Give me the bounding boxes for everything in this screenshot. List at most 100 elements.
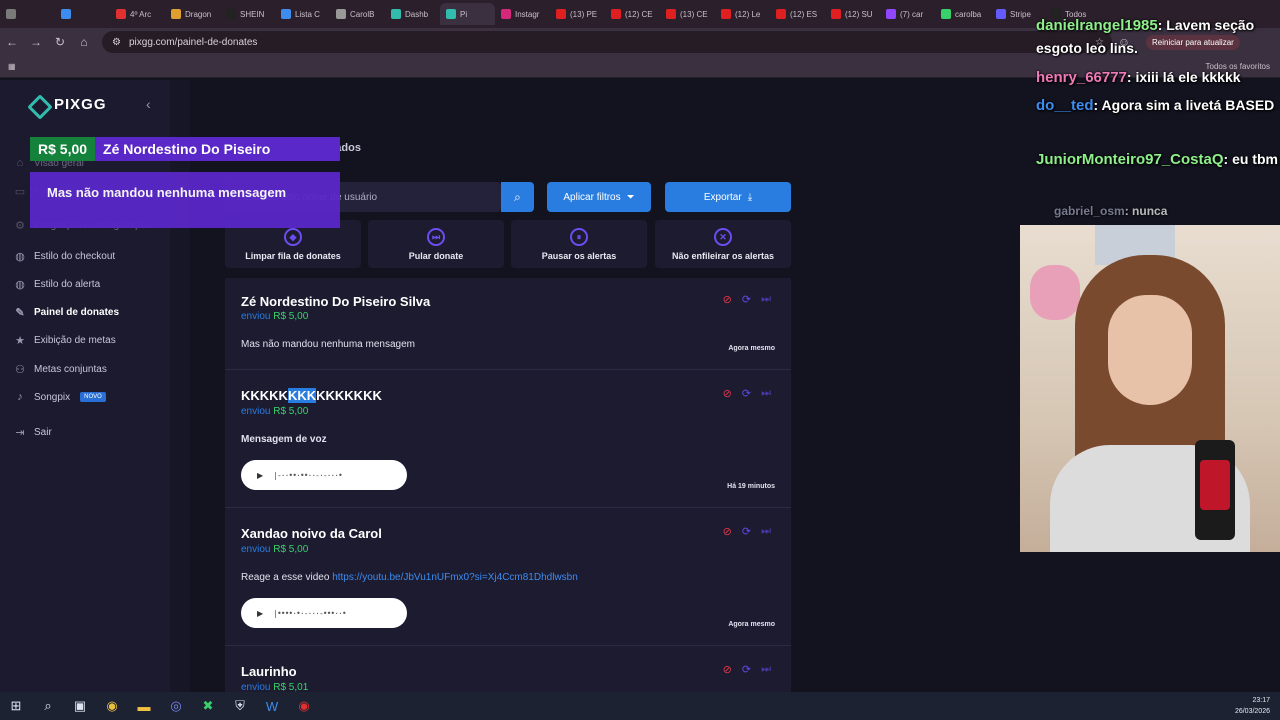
home-icon: ⌂ [16, 157, 24, 169]
sidebar-item-label: Painel de donates [34, 307, 120, 318]
browser-tab[interactable]: (12) ES [770, 3, 825, 25]
obs-icon[interactable]: ◉ [288, 698, 320, 714]
sidebar-item[interactable]: ◍ Estilo do alerta [14, 278, 100, 291]
donate-message: Mensagem de voz [241, 434, 327, 445]
action-button[interactable]: ⏸ Pausar os alertas [511, 220, 647, 268]
search-button[interactable]: ⌕ [501, 182, 534, 212]
tab-title: SHEIN [240, 9, 265, 19]
browser-tab[interactable]: SHEIN [220, 3, 275, 25]
new-badge: NOVO [80, 392, 106, 402]
donates-feed: Zé Nordestino Do Piseiro Silva enviou R$… [225, 278, 791, 692]
donate-sent: enviou R$ 5,00 [241, 311, 308, 322]
block-icon[interactable]: ⊘ [723, 525, 732, 538]
search-taskbar-icon[interactable]: ⌕ [32, 698, 64, 714]
windows-start-icon[interactable]: ⊞ [0, 698, 32, 714]
forward-icon[interactable]: → [24, 35, 48, 49]
sidebar-item[interactable]: ★ Exibição de metas [14, 334, 116, 347]
replay-icon[interactable]: ⟳ [742, 387, 751, 400]
tab-favicon-icon [226, 9, 236, 19]
action-button[interactable]: ✕ Não enfileirar os alertas [655, 220, 791, 268]
task-view-icon[interactable]: ▣ [64, 698, 96, 714]
sent-label: enviou [241, 311, 271, 322]
home-nav-icon[interactable]: ⌂ [72, 35, 96, 49]
browser-tab[interactable]: CarolB [330, 3, 385, 25]
browser-tab[interactable] [0, 3, 55, 25]
browser-tab[interactable]: (12) CE [605, 3, 660, 25]
export-button[interactable]: Exportar ⤓ [665, 182, 791, 212]
sidebar-item[interactable]: ◍ Estilo do checkout [14, 250, 115, 263]
play-icon[interactable]: ▶ [257, 471, 263, 480]
video-link[interactable]: https://youtu.be/JbVu1nUFmx0?si=Xj4Ccm81… [332, 572, 578, 583]
skip-icon[interactable]: ⏭ [761, 663, 771, 676]
skip-icon[interactable]: ⏭ [761, 387, 771, 400]
browser-tab[interactable]: (13) PE [550, 3, 605, 25]
tab-favicon-icon [886, 9, 896, 19]
filter-icon: ⏷ [626, 191, 635, 203]
donate-amount: R$ 5,00 [273, 544, 309, 555]
sidebar-item-label: Estilo do checkout [34, 251, 116, 262]
block-icon[interactable]: ⊘ [723, 663, 732, 676]
waveform[interactable]: |-··••·••··-·-···• [273, 471, 343, 480]
apps-grid-icon[interactable]: ▦ [8, 62, 16, 71]
replay-icon[interactable]: ⟳ [742, 525, 751, 538]
browser-tab[interactable]: carolba [935, 3, 990, 25]
url-field[interactable]: ⚙ pixgg.com/painel-de-donates ☆ [102, 31, 1112, 53]
reload-icon[interactable]: ↻ [48, 35, 72, 49]
sidebar-item[interactable]: ⇥ Sair [14, 426, 51, 439]
discord-icon[interactable]: ◎ [160, 698, 192, 714]
tab-title: Instagr [515, 9, 540, 19]
shield-icon[interactable]: ⛨ [224, 698, 256, 714]
xbox-icon[interactable]: ✖ [192, 698, 224, 714]
alert-amount: R$ 5,00 [30, 137, 96, 161]
tab-favicon-icon [776, 9, 786, 19]
word-icon[interactable]: W [256, 699, 288, 714]
action-icon: ✕ [714, 228, 732, 246]
waveform[interactable]: |••••·•·-···-•••··• [273, 609, 347, 618]
block-icon[interactable]: ⊘ [723, 387, 732, 400]
pixgg-logo[interactable]: PIXGG [28, 96, 107, 113]
play-icon[interactable]: ▶ [257, 609, 263, 618]
system-clock[interactable]: 23:17 26/03/2026 [1235, 695, 1270, 717]
chrome-icon[interactable]: ◉ [96, 698, 128, 714]
browser-tab[interactable]: (12) SU [825, 3, 880, 25]
browser-tab[interactable]: (13) CE [660, 3, 715, 25]
browser-tab[interactable]: (7) car [880, 3, 935, 25]
sidebar-item[interactable]: ⚇ Metas conjuntas [14, 363, 107, 376]
browser-tab[interactable]: Lista C [275, 3, 330, 25]
voice-player[interactable]: ▶ |••••·•·-···-•••··• [241, 598, 407, 628]
apply-filters-button[interactable]: Aplicar filtros ⏷ [547, 182, 651, 212]
browser-tab[interactable]: Dragon [165, 3, 220, 25]
donate-card: Zé Nordestino Do Piseiro Silva enviou R$… [225, 278, 791, 370]
replay-icon[interactable]: ⟳ [742, 663, 751, 676]
browser-tab[interactable] [55, 3, 110, 25]
action-button[interactable]: ⏭ Pular donate [368, 220, 504, 268]
browser-tab[interactable]: (12) Le [715, 3, 770, 25]
tab-favicon-icon [61, 9, 71, 19]
voice-player[interactable]: ▶ |-··••·••··-·-···• [241, 460, 407, 490]
back-icon[interactable]: ← [0, 35, 24, 49]
donate-card: Laurinho enviou R$ 5,01 ⊘ ⟳ ⏭ [225, 646, 791, 692]
skip-icon[interactable]: ⏭ [761, 293, 771, 306]
action-label: Limpar fila de donates [245, 251, 341, 261]
browser-tab[interactable]: Instagr [495, 3, 550, 25]
sidebar-item[interactable]: ✎ Painel de donates [14, 306, 119, 319]
chat-username: gabriel_osm [1054, 204, 1125, 218]
skip-icon[interactable]: ⏭ [761, 525, 771, 538]
sidebar-item[interactable]: ♪ Songpix NOVO [14, 391, 106, 403]
donate-card: KKKKKKKKKKKKKKK enviou R$ 5,00 Mensagem … [225, 370, 791, 508]
tab-title: Dragon [185, 9, 212, 19]
action-label: Pular donate [408, 251, 464, 261]
clock-date: 26/03/2026 [1234, 708, 1270, 715]
chat-text: : Agora sim a livetá BASED [1093, 97, 1275, 113]
site-info-icon[interactable]: ⚙ [112, 37, 121, 48]
collapse-sidebar-icon[interactable]: ‹ [146, 96, 151, 112]
browser-tab[interactable]: Pi [440, 3, 495, 25]
replay-icon[interactable]: ⟳ [742, 293, 751, 306]
browser-tab[interactable]: Dashb [385, 3, 440, 25]
browser-tab[interactable]: 4º Arc [110, 3, 165, 25]
file-explorer-icon[interactable]: ▬ [128, 699, 160, 714]
block-icon[interactable]: ⊘ [723, 293, 732, 306]
pix-logo-icon [28, 98, 48, 112]
donate-icon: ✎ [15, 307, 25, 319]
chat-message: henry_66777: ixiii lá ele kkkkk [1036, 66, 1280, 89]
